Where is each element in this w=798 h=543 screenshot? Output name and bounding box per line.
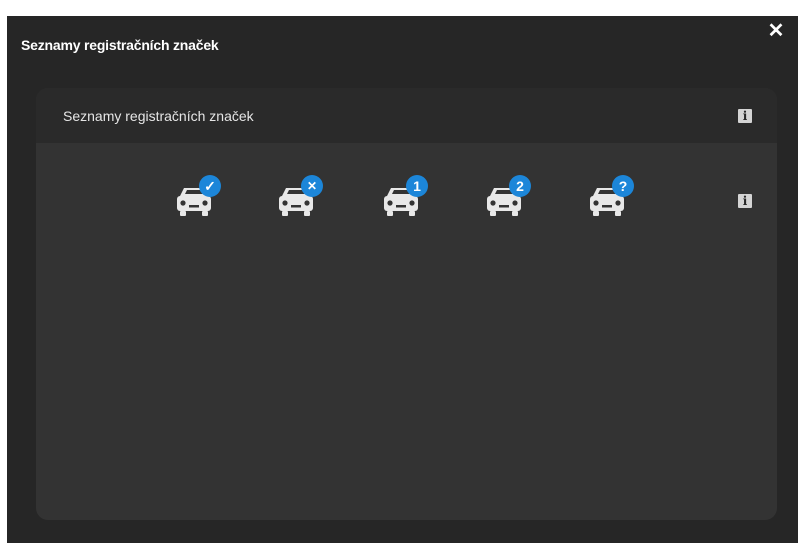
one-badge: 1 xyxy=(406,175,428,197)
car-check-button[interactable]: ✓ xyxy=(174,175,222,226)
check-badge: ✓ xyxy=(199,175,221,197)
close-button[interactable]: ✕ xyxy=(767,21,785,41)
car-question-button[interactable]: ? xyxy=(587,175,635,226)
cross-badge: ✕ xyxy=(301,175,323,197)
header-info-icon[interactable]: i xyxy=(738,109,752,123)
row-info-icon[interactable]: i xyxy=(738,194,752,208)
dialog-title: Seznamy registračních značek xyxy=(21,37,219,53)
two-badge: 2 xyxy=(509,175,531,197)
car-one-button[interactable]: 1 xyxy=(381,175,429,226)
panel-title: Seznamy registračních značek xyxy=(63,108,254,124)
question-badge: ? xyxy=(612,175,634,197)
car-cross-button[interactable]: ✕ xyxy=(276,175,324,226)
panel-header: Seznamy registračních značek i xyxy=(36,88,777,143)
car-two-button[interactable]: 2 xyxy=(484,175,532,226)
plate-lists-panel: Seznamy registračních značek i ✓ ✕ 1 2 ?… xyxy=(36,88,777,520)
